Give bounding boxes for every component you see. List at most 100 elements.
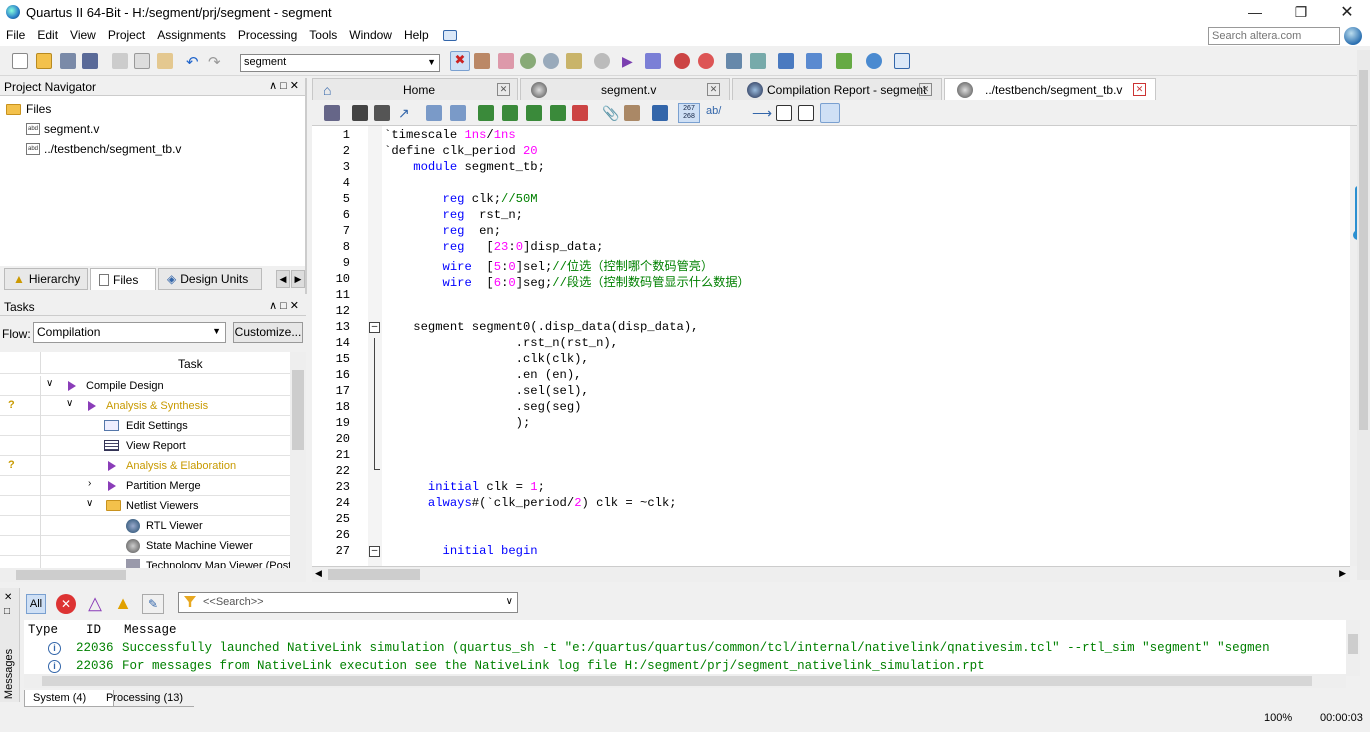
line-number-toggle[interactable]: 267 268 [678, 103, 700, 123]
task-row[interactable]: › Partition Merge [0, 476, 290, 496]
flow-select[interactable]: Compilation ▼ [33, 322, 226, 343]
split-view-icon[interactable] [820, 103, 840, 123]
scroll-left-icon[interactable]: ◀ [315, 568, 322, 579]
menu-help[interactable]: Help [398, 28, 435, 42]
filter-critical-warning-icon[interactable]: △ [84, 594, 106, 614]
code-line[interactable]: .seg(seg) [384, 400, 582, 414]
close-button[interactable]: ✕ [1324, 0, 1370, 24]
tab-scroll-left[interactable]: ◀ [276, 270, 290, 288]
help-icon[interactable] [866, 53, 882, 69]
clear-bookmarks-icon[interactable] [572, 105, 588, 121]
fold-toggle-icon[interactable]: – [369, 322, 380, 333]
message-row[interactable]: i 22036 Successfully launched NativeLink… [24, 640, 1346, 658]
copy-icon[interactable] [134, 53, 150, 69]
unindent-icon[interactable] [450, 105, 466, 121]
code-line[interactable]: `timescale 1ns/1ns [384, 128, 516, 142]
design-partition-icon[interactable] [543, 53, 559, 69]
maximize-button[interactable]: ❐ [1278, 0, 1324, 24]
filter-suppressed-icon[interactable]: ✎ [142, 594, 164, 614]
task-row[interactable]: State Machine Viewer [0, 536, 290, 556]
tab-close-icon[interactable]: ✕ [919, 83, 932, 96]
netlist-icon[interactable] [566, 53, 582, 69]
search-input[interactable] [1208, 27, 1340, 45]
task-row[interactable]: ? Analysis & Elaboration [0, 456, 290, 476]
settings-icon[interactable] [520, 53, 536, 69]
programmer-icon[interactable] [778, 53, 794, 69]
tab-design-units[interactable]: ◈ Design Units [158, 268, 262, 290]
code-line[interactable]: always#(`clk_period/2) clk = ~clk; [384, 496, 677, 510]
panel-controls-icon[interactable]: ∧□✕ [269, 299, 302, 312]
goto-icon[interactable]: ↗ [398, 105, 414, 121]
code-editor[interactable]: 1 2 3 4 5 6 7 8 9 10 11 12 13 14 15 16 17 18 19 20 21 22 23 24 2… [312, 126, 1350, 566]
message-search-field[interactable]: <<Search>> ∨ [178, 592, 518, 613]
help-chat-icon[interactable] [442, 29, 457, 41]
project-select[interactable]: segment ▼ [240, 54, 440, 72]
chevron-right-icon[interactable]: › [88, 478, 91, 489]
chevron-down-icon[interactable]: ∨ [506, 596, 513, 607]
technology-map-icon[interactable] [750, 53, 766, 69]
timequest-icon[interactable] [698, 53, 714, 69]
tasks-vertical-scrollbar[interactable] [290, 352, 306, 568]
check-syntax-icon[interactable] [652, 105, 668, 121]
timing-analyzer-icon[interactable] [674, 53, 690, 69]
stop-icon[interactable] [594, 53, 610, 69]
prev-bookmark-icon[interactable] [526, 105, 542, 121]
tab-processing-messages[interactable]: Processing (13) [98, 690, 194, 707]
chevron-down-icon[interactable]: ∨ [86, 498, 93, 509]
panel-controls-icon[interactable]: ∧□✕ [269, 79, 302, 92]
start-compilation-icon[interactable]: ▶ [622, 53, 638, 69]
editor-toggle-icon[interactable] [324, 105, 340, 121]
code-line[interactable]: initial begin [384, 544, 538, 558]
wrap-text-icon[interactable]: ab/ [706, 105, 722, 121]
bookmark-icon[interactable] [478, 105, 494, 121]
chevron-down-icon[interactable]: ∨ [66, 398, 73, 409]
menu-project[interactable]: Project [102, 28, 151, 42]
messages-horizontal-scrollbar[interactable] [24, 674, 1346, 688]
analysis-synthesis-icon[interactable] [645, 53, 661, 69]
task-row[interactable]: Technology Map Viewer (Post [0, 556, 290, 568]
tab-segment-tb[interactable]: ../testbench/segment_tb.v ✕ [944, 78, 1156, 100]
code-line[interactable]: segment segment0(.disp_data(disp_data), [384, 320, 698, 334]
task-row[interactable]: View Report [0, 436, 290, 456]
editor-horizontal-scrollbar[interactable]: ◀ ▶ [312, 566, 1350, 582]
tab-files[interactable]: Files [90, 268, 156, 290]
pin-planner-icon[interactable] [474, 53, 490, 69]
task-row[interactable]: ∨ Compile Design [0, 376, 290, 396]
next-bookmark-icon[interactable] [502, 105, 518, 121]
attach-icon[interactable]: 📎 [602, 105, 619, 121]
menu-file[interactable]: File [0, 28, 31, 42]
tab-compilation-report[interactable]: Compilation Report - segment ✕ [732, 78, 942, 100]
task-row[interactable]: ∨ Netlist Viewers [0, 496, 290, 516]
code-line[interactable]: reg [23:0]disp_data; [384, 240, 604, 254]
code-line[interactable]: initial clk = 1; [384, 480, 545, 494]
code-line[interactable]: `define clk_period 20 [384, 144, 538, 158]
fold-toggle-icon[interactable]: – [369, 546, 380, 557]
new-file-icon[interactable] [12, 53, 28, 69]
code-line[interactable]: module segment_tb; [384, 160, 545, 174]
chevron-down-icon[interactable]: ∨ [46, 378, 53, 389]
tab-close-icon[interactable]: ✕ [1133, 83, 1146, 96]
restore-icon[interactable]: □ [4, 606, 10, 617]
filter-error-icon[interactable]: ✕ [56, 594, 76, 614]
menu-tools[interactable]: Tools [303, 28, 343, 42]
scroll-thumb[interactable] [16, 570, 126, 580]
messages-vertical-scrollbar[interactable] [1346, 620, 1360, 676]
scroll-right-icon[interactable]: ▶ [1339, 568, 1346, 579]
scroll-thumb[interactable] [328, 569, 420, 580]
chip-planner-icon[interactable]: ✖ [450, 51, 470, 71]
panel-splitter[interactable] [305, 78, 307, 294]
filter-all-button[interactable]: All [26, 594, 46, 614]
menu-window[interactable]: Window [343, 28, 398, 42]
tab-segment-v[interactable]: segment.v ✕ [520, 78, 730, 100]
find-next-icon[interactable] [374, 105, 390, 121]
scroll-thumb[interactable] [42, 676, 1312, 686]
menu-processing[interactable]: Processing [232, 28, 303, 42]
tab-hierarchy[interactable]: ▲ Hierarchy [4, 268, 88, 290]
paste-icon[interactable] [157, 53, 173, 69]
menu-assignments[interactable]: Assignments [151, 28, 232, 42]
code-line[interactable]: .en (en), [384, 368, 582, 382]
globe-icon[interactable] [1344, 27, 1362, 45]
code-line[interactable]: .clk(clk), [384, 352, 589, 366]
minimize-button[interactable]: — [1232, 0, 1278, 24]
bookmark-list-icon[interactable] [550, 105, 566, 121]
